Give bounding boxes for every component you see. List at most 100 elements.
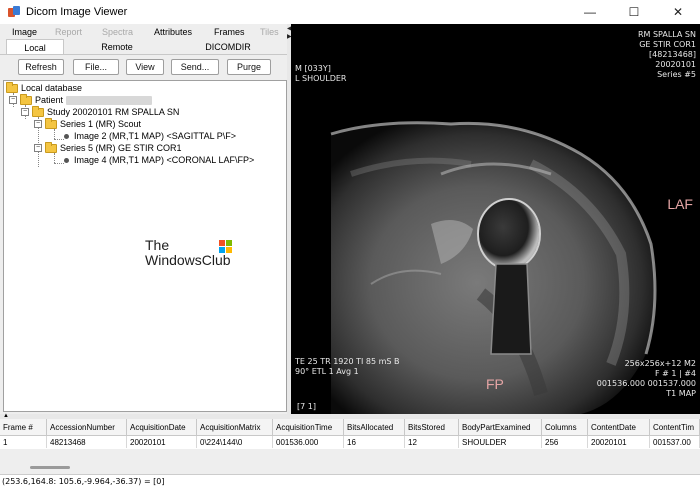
overlay-patient: RM SPALLA SN (637, 30, 696, 39)
overlay-series-number: Series #5 (657, 70, 696, 79)
column-header[interactable]: AccessionNumber (47, 419, 127, 436)
bullet-icon (64, 157, 69, 163)
overlay-time: 001536.000 001537.000 (596, 379, 696, 388)
left-panel: Image Report Spectra Attributes Frames T… (0, 24, 290, 414)
table-cell: 001537.00 (650, 436, 700, 448)
overlay-bottom-left: TE 25 TR 1920 TI 85 mS B 90° ETL 1 Avg 1 (295, 357, 400, 377)
send-button[interactable]: Send... (171, 59, 219, 75)
folder-icon (45, 117, 57, 129)
folder-icon (20, 93, 32, 105)
column-header[interactable]: ContentTim (650, 419, 700, 436)
tree-node-series-5[interactable]: − Series 5 (MR) GE STIR COR1 (34, 141, 182, 154)
overlay-window: [7 1] (297, 402, 316, 411)
overlay-type: T1 MAP (666, 389, 696, 398)
collapse-icon[interactable]: − (9, 96, 17, 104)
tree-node-label: Image 4 (MR,T1 MAP) <CORONAL LAF\FP> (74, 155, 255, 165)
tab-image[interactable]: Image (12, 27, 37, 37)
table-cell: 256 (542, 436, 588, 448)
overlay-top-right: RM SPALLA SN GE STIR COR1 [48213468] 200… (638, 30, 696, 80)
overlay-date: 20020101 (655, 60, 696, 69)
tree-connector (54, 153, 55, 163)
close-button[interactable]: ✕ (656, 0, 700, 24)
column-header[interactable]: BitsStored (405, 419, 459, 436)
collapse-icon[interactable]: − (21, 108, 29, 116)
tab-tiles: Tiles (260, 27, 279, 37)
image-viewer[interactable]: RM SPALLA SN GE STIR COR1 [48213468] 200… (291, 24, 700, 414)
table-row[interactable]: 1 48213468 20020101 0\224\144\0 001536.0… (0, 436, 700, 448)
tree-node-study[interactable]: − Study 20020101 RM SPALLA SN (21, 105, 180, 118)
attributes-table[interactable]: Frame # AccessionNumber AcquisitionDate … (0, 419, 700, 449)
tab-attributes[interactable]: Attributes (154, 27, 192, 37)
tree-node-label: Series 1 (MR) Scout (60, 119, 142, 129)
tab-dicomdir[interactable]: DICOMDIR (196, 39, 260, 55)
horizontal-scrollbar[interactable] (30, 466, 70, 469)
refresh-button[interactable]: Refresh (18, 59, 64, 75)
overlay-matrix: 256x256x+12 M2 (624, 359, 696, 368)
overlay-frame: F # 1 | #4 (654, 369, 696, 378)
table-cell: 001536.000 (273, 436, 344, 448)
orientation-right: LAF (667, 196, 693, 212)
tab-frames[interactable]: Frames (214, 27, 245, 37)
tab-spectra: Spectra (102, 27, 134, 37)
column-header[interactable]: Frame # (0, 419, 47, 436)
tree-node-patient[interactable]: − Patient (9, 93, 153, 106)
purge-button[interactable]: Purge (227, 59, 271, 75)
table-cell: 12 (405, 436, 459, 448)
tree-connector (54, 129, 55, 139)
overlay-sex-age: M [033Y] (295, 64, 331, 73)
column-header[interactable]: AcquisitionTime (273, 419, 344, 436)
tree-node-image-4[interactable]: Image 4 (MR,T1 MAP) <CORONAL LAF\FP> (62, 154, 254, 166)
overlay-series-desc: GE STIR COR1 (639, 40, 696, 49)
collapse-icon[interactable]: − (34, 120, 42, 128)
overlay-bottom-right: 256x256x+12 M2 F # 1 | #4 001536.000 001… (597, 359, 696, 399)
tab-report: Report (55, 27, 83, 37)
tab-remote[interactable]: Remote (88, 39, 146, 55)
table-cell: 16 (344, 436, 405, 448)
overlay-top-left: M [033Y] L SHOULDER (295, 64, 346, 84)
column-header[interactable]: BodyPartExamined (459, 419, 542, 436)
watermark-line-2: WindowsClub (145, 252, 231, 268)
tab-row-bottom: Local Remote DICOMDIR (0, 39, 290, 55)
orientation-bottom: FP (486, 376, 504, 392)
folder-icon (32, 105, 44, 117)
watermark: The WindowsClub (145, 238, 245, 274)
table-cell: SHOULDER (459, 436, 542, 448)
maximize-button[interactable]: ☐ (612, 0, 656, 24)
collapse-icon[interactable]: − (34, 144, 42, 152)
column-header[interactable]: Columns (542, 419, 588, 436)
minimize-button[interactable]: — (568, 0, 612, 24)
table-cell: 48213468 (47, 436, 127, 448)
title-bar: Dicom Image Viewer — ☐ ✕ (0, 0, 700, 24)
column-header[interactable]: AcquisitionMatrix (197, 419, 273, 436)
column-header[interactable]: AcquisitionDate (127, 419, 197, 436)
tree-node-label: Study 20020101 RM SPALLA SN (47, 107, 180, 117)
overlay-te-tr: TE 25 TR 1920 TI 85 mS B (295, 357, 400, 366)
toolbar: Refresh File... View Send... Purge (0, 57, 290, 77)
overlay-accession: [48213468] (649, 50, 696, 59)
windows-logo-icon (219, 240, 233, 254)
tree-node-root[interactable]: Local database (6, 81, 82, 94)
table-cell: 0\224\144\0 (197, 436, 273, 448)
column-header[interactable]: BitsAllocated (344, 419, 405, 436)
view-button[interactable]: View (126, 59, 164, 75)
app-icon (8, 6, 20, 18)
tab-divider (0, 54, 290, 55)
table-header: Frame # AccessionNumber AcquisitionDate … (0, 419, 700, 436)
tree-node-image-2[interactable]: Image 2 (MR,T1 MAP) <SAGITTAL P\F> (62, 130, 236, 142)
folder-icon (6, 81, 18, 93)
table-cell: 20020101 (127, 436, 197, 448)
tree-node-label: Image 2 (MR,T1 MAP) <SAGITTAL P\F> (74, 131, 237, 141)
column-header[interactable]: ContentDate (588, 419, 650, 436)
window-title: Dicom Image Viewer (26, 6, 128, 18)
file-button[interactable]: File... (73, 59, 119, 75)
tree-node-label: Series 5 (MR) GE STIR COR1 (60, 143, 182, 153)
tree-node-series-1[interactable]: − Series 1 (MR) Scout (34, 117, 142, 130)
tree-node-label: Patient (35, 95, 64, 105)
table-cell: 20020101 (588, 436, 650, 448)
redacted-patient-name (66, 95, 153, 105)
bullet-icon (64, 133, 69, 139)
overlay-etl: 90° ETL 1 Avg 1 (295, 367, 359, 376)
tab-local[interactable]: Local (6, 39, 64, 55)
folder-icon (45, 141, 57, 153)
status-bar: (253.6,164.8: 105.6,-9.964,-36.37) = [0] (0, 474, 700, 487)
